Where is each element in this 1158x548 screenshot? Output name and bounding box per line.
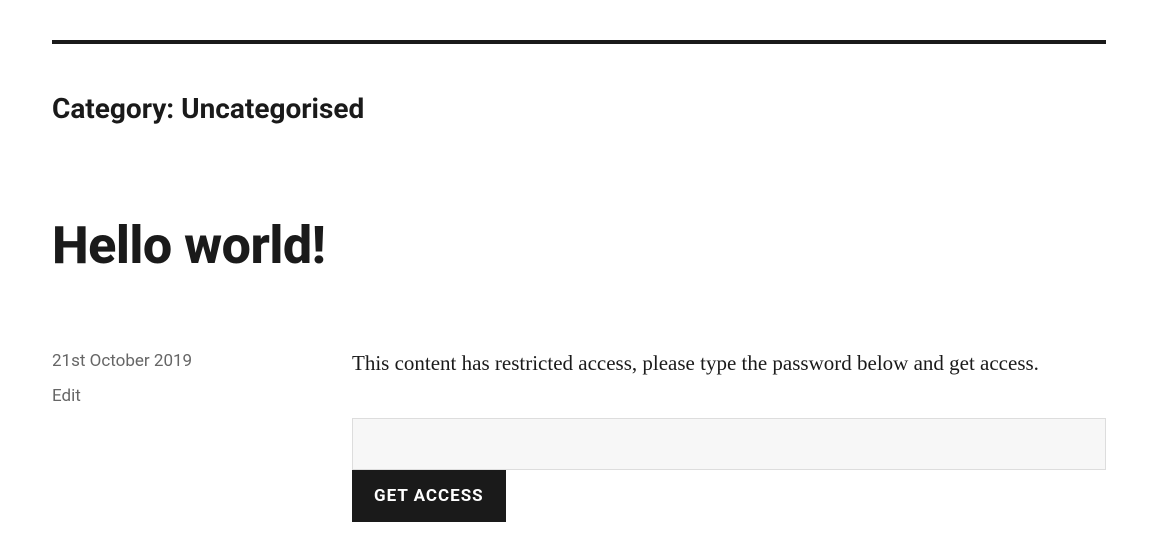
password-input[interactable]	[352, 418, 1106, 470]
restricted-message: This content has restricted access, plea…	[352, 346, 1106, 382]
category-prefix: Category:	[52, 92, 181, 125]
post-body: 21st October 2019 Edit This content has …	[52, 346, 1106, 522]
edit-link[interactable]: Edit	[52, 386, 81, 406]
top-divider	[52, 40, 1106, 44]
edit-link-wrapper: Edit	[52, 381, 352, 412]
post-content: This content has restricted access, plea…	[352, 346, 1106, 522]
post-title[interactable]: Hello world!	[52, 215, 1106, 276]
post-meta: 21st October 2019 Edit	[52, 346, 352, 522]
post-date: 21st October 2019	[52, 346, 352, 377]
get-access-button[interactable]: Get Access	[352, 470, 506, 522]
category-name: Uncategorised	[181, 92, 364, 125]
category-heading: Category: Uncategorised	[52, 92, 1106, 125]
